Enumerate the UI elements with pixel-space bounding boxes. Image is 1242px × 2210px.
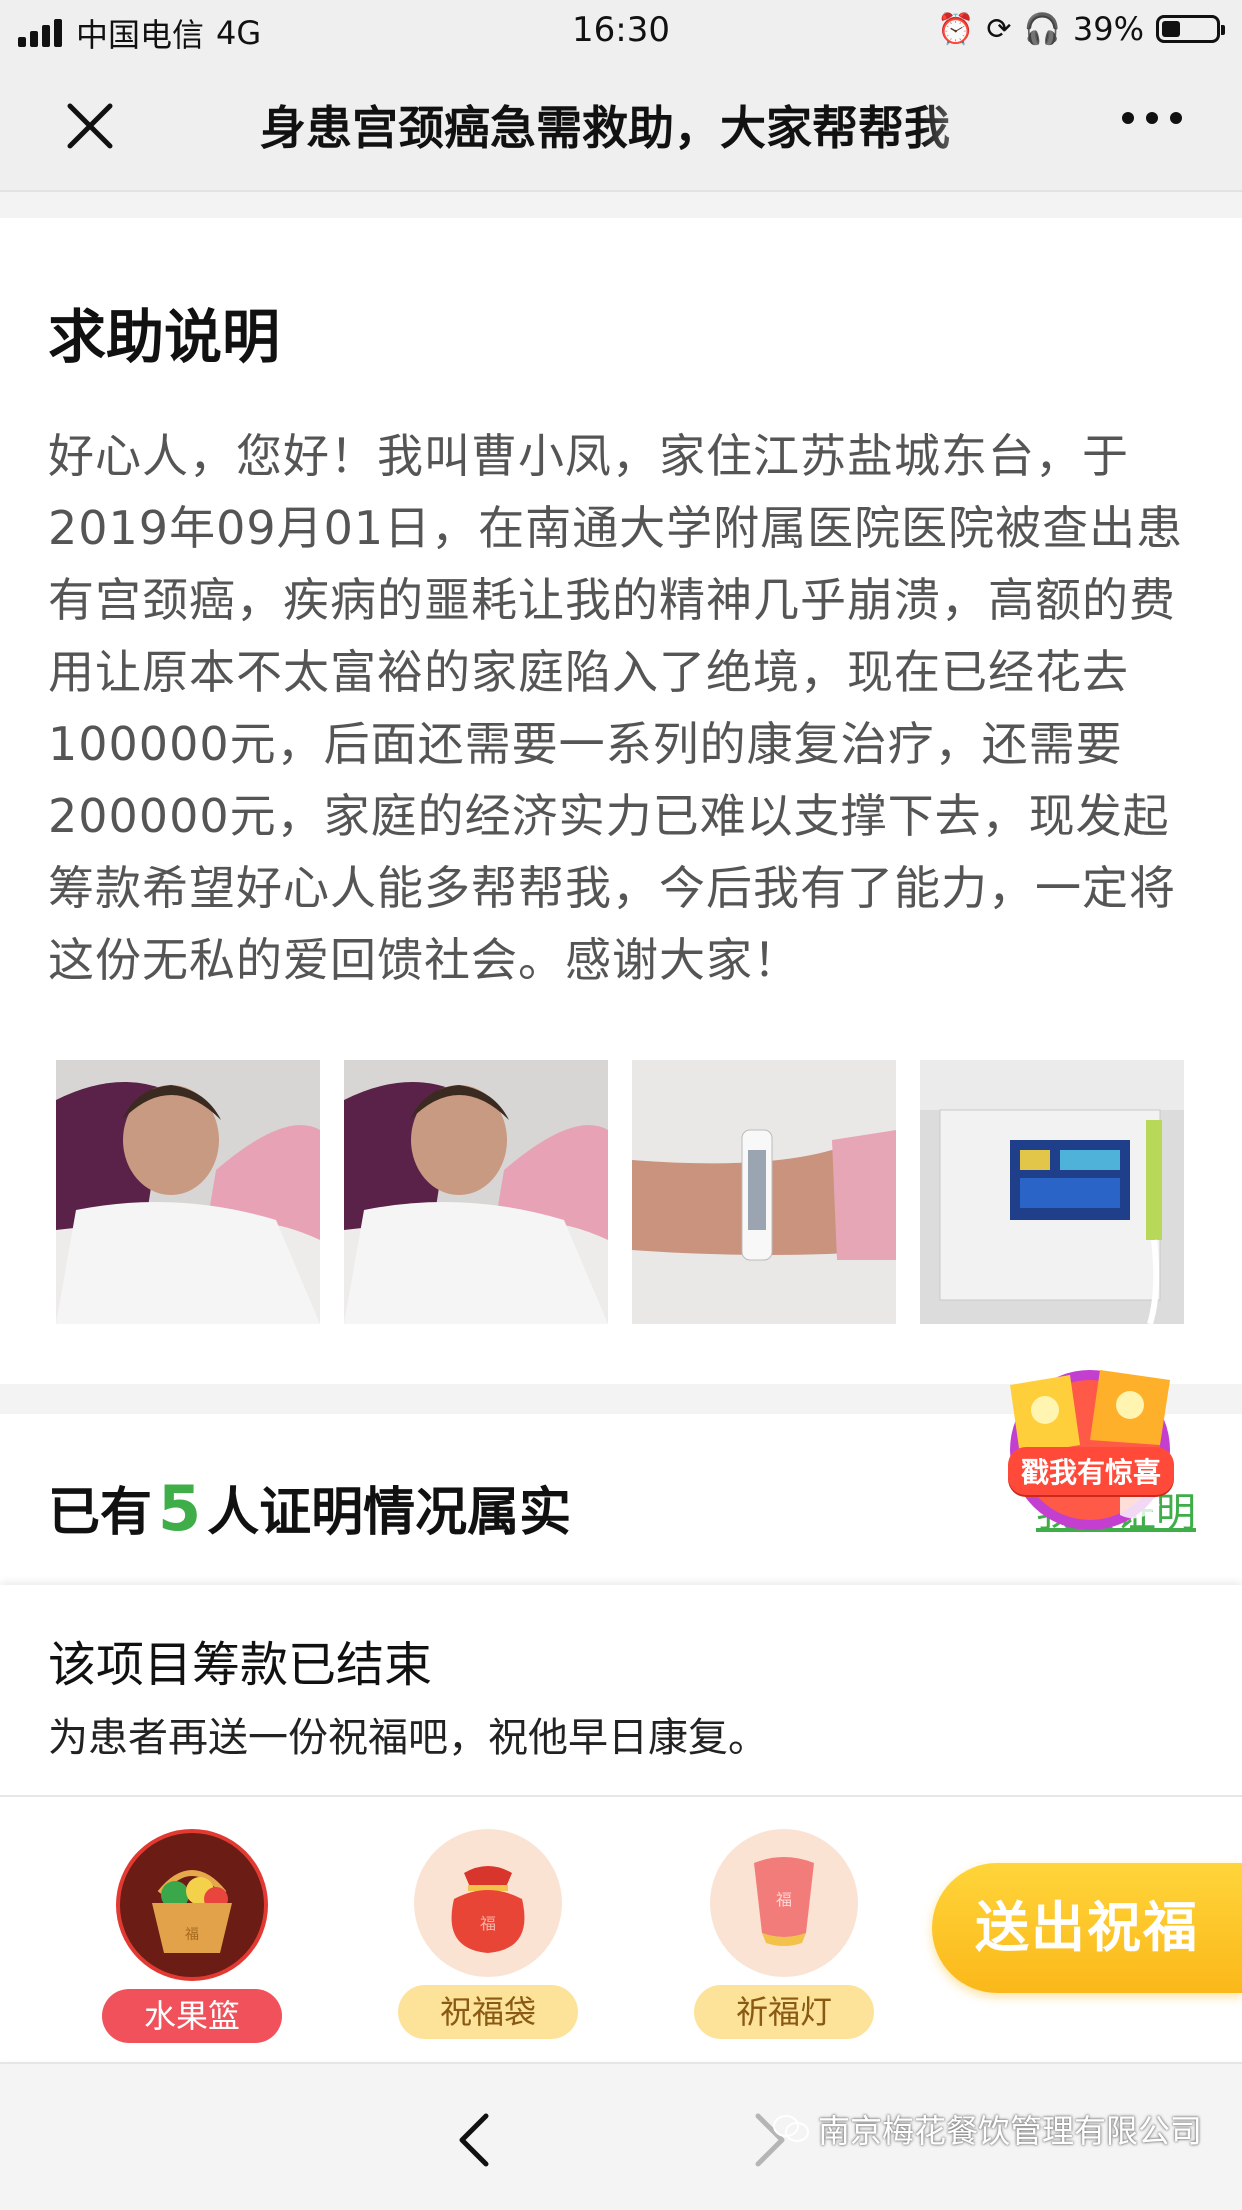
hospital-device-photo[interactable] <box>920 1060 1184 1324</box>
browser-toolbar: 南京梅花餐饮管理有限公司 <box>0 2062 1242 2210</box>
verify-count: 5 <box>158 1472 202 1545</box>
status-bar: 中国电信 4G 16:30 ⏰ ⟳ 🎧 39% <box>0 0 1242 60</box>
promo-label: 戳我有惊喜 <box>1008 1447 1174 1495</box>
wechat-icon <box>772 2115 809 2142</box>
gift-envelope-icon <box>1010 1370 1170 1530</box>
back-arrow-icon[interactable] <box>456 2112 492 2172</box>
blessing-panel: 该项目筹款已结束 为患者再送一份祝福吧，祝他早日康复。 福 水果篮 福 祝福袋 <box>0 1585 1242 2060</box>
gift-label: 水果篮 <box>102 1989 282 2043</box>
rotation-lock-icon: ⟳ <box>986 11 1012 47</box>
watermark-text: 南京梅花餐饮管理有限公司 <box>817 2112 1202 2150</box>
surprise-promo-button[interactable]: 戳我有惊喜 <box>990 1355 1190 1535</box>
fundraising-ended-title: 该项目筹款已结束 <box>48 1637 433 1693</box>
battery-icon <box>1156 15 1225 43</box>
svg-text:福: 福 <box>480 1914 496 1933</box>
patient-photo-2[interactable] <box>344 1060 608 1324</box>
page-title: 身患宫颈癌急需救助，大家帮帮我 <box>260 101 950 155</box>
section-divider <box>0 192 1242 218</box>
watermark: 南京梅花餐饮管理有限公司 <box>772 2106 1202 2152</box>
blessing-bag-icon: 福 <box>414 1829 562 1977</box>
battery-percent: 39% <box>1072 10 1144 48</box>
gift-blessing-bag[interactable]: 福 祝福袋 <box>398 1829 578 2039</box>
nav-bar: 身患宫颈癌急需救助，大家帮帮我 <box>0 60 1242 192</box>
verification-summary: 已有 5 人证明情况属实 <box>48 1470 571 1545</box>
wristband-photo[interactable] <box>632 1060 896 1324</box>
headphones-icon: 🎧 <box>1023 11 1061 47</box>
svg-text:福: 福 <box>776 1890 792 1909</box>
divider <box>0 1795 1242 1797</box>
close-icon[interactable] <box>60 96 120 156</box>
gift-sky-lantern[interactable]: 福 祈福灯 <box>694 1829 874 2039</box>
gift-fruit-basket[interactable]: 福 水果篮 <box>102 1829 282 2043</box>
verify-suffix: 人证明情况属实 <box>207 1483 572 1543</box>
fruit-basket-icon: 福 <box>116 1829 268 1981</box>
sky-lantern-icon: 福 <box>710 1829 858 1977</box>
fundraising-ended-subtitle: 为患者再送一份祝福吧，祝他早日康复。 <box>48 1715 768 1761</box>
alarm-icon: ⏰ <box>937 11 975 47</box>
gift-label: 祝福袋 <box>398 1985 578 2039</box>
send-blessing-button[interactable]: 送出祝福 <box>932 1863 1242 1993</box>
photo-gallery <box>56 1060 1184 1324</box>
description-heading: 求助说明 <box>48 303 281 371</box>
patient-photo-1[interactable] <box>56 1060 320 1324</box>
svg-text:福: 福 <box>185 1927 199 1943</box>
gift-label: 祈福灯 <box>694 1985 874 2039</box>
verify-prefix: 已有 <box>48 1483 153 1543</box>
status-right: ⏰ ⟳ 🎧 39% <box>937 10 1225 48</box>
description-body: 好心人，您好！我叫曹小凤，家住江苏盐城东台，于2019年09月01日，在南通大学… <box>48 429 1184 987</box>
more-icon[interactable] <box>1122 112 1182 124</box>
